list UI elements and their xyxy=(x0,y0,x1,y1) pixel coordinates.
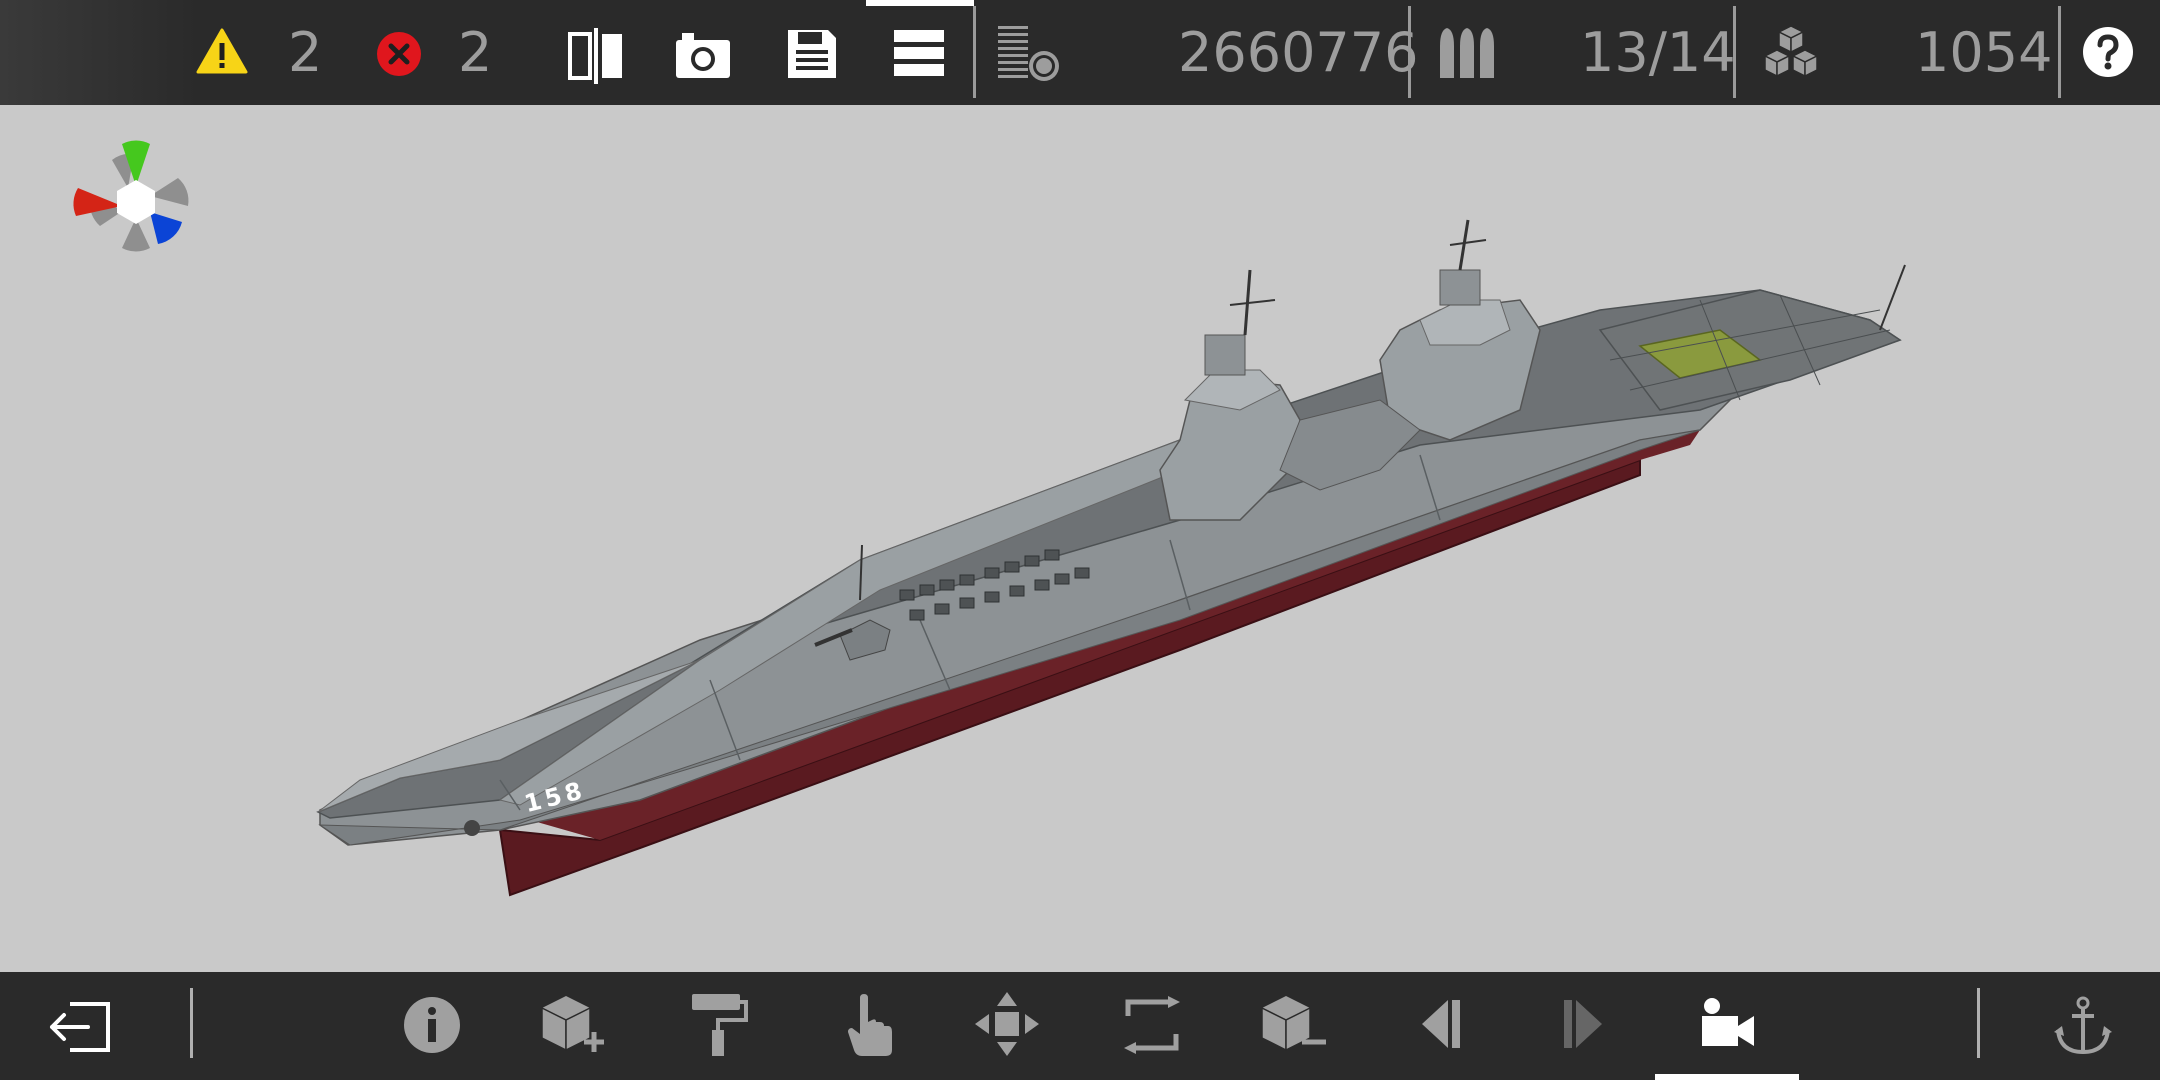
move-arrows-icon[interactable] xyxy=(975,992,1039,1056)
blocks-stack-icon xyxy=(1760,24,1822,82)
help-question-icon[interactable] xyxy=(2082,26,2134,78)
camera-icon[interactable] xyxy=(674,30,732,80)
points-value: 2660776 xyxy=(1178,21,1419,84)
error-x-icon[interactable] xyxy=(376,31,422,77)
toolbar-separator xyxy=(1977,988,1980,1058)
exit-icon[interactable] xyxy=(48,1000,112,1054)
rotate-frame-icon[interactable] xyxy=(1122,996,1182,1054)
blocks-count: 1054 xyxy=(1915,21,2053,84)
toolbar-separator xyxy=(973,6,976,98)
selected-tab-indicator xyxy=(866,0,974,6)
warning-triangle-icon[interactable] xyxy=(196,28,248,74)
toolbar-separator xyxy=(1733,6,1736,98)
error-count: 2 xyxy=(458,21,493,84)
toolbar-separator xyxy=(190,988,193,1058)
selected-tab-indicator xyxy=(1655,1074,1799,1080)
toolbar-fade xyxy=(0,0,200,105)
info-icon[interactable] xyxy=(403,996,461,1054)
warning-count: 2 xyxy=(288,21,323,84)
save-disk-icon[interactable] xyxy=(786,28,838,80)
anchor-icon[interactable] xyxy=(2054,996,2112,1056)
stats-list-icon[interactable] xyxy=(998,24,1062,84)
previous-step-icon[interactable] xyxy=(1418,998,1464,1050)
camera-view-icon[interactable] xyxy=(1700,996,1756,1048)
ammo-shells-icon xyxy=(1438,28,1498,80)
mirror-symmetry-icon[interactable] xyxy=(566,28,626,84)
next-step-icon[interactable] xyxy=(1560,998,1606,1050)
toolbar-separator xyxy=(1408,6,1411,98)
bottom-toolbar xyxy=(0,972,2160,1080)
touch-select-icon[interactable] xyxy=(846,992,892,1058)
paint-roller-icon[interactable] xyxy=(690,992,750,1058)
toolbar-separator xyxy=(2058,6,2061,98)
remove-block-icon[interactable] xyxy=(1260,994,1332,1056)
ship-model[interactable] xyxy=(0,105,2160,972)
add-block-icon[interactable] xyxy=(540,994,612,1056)
weapons-count: 13/14 xyxy=(1580,21,1736,84)
menu-list-icon[interactable] xyxy=(894,28,944,78)
top-toolbar: 2 2 2660776 13/14 1054 xyxy=(0,0,2160,105)
3d-viewport[interactable]: 158 xyxy=(0,105,2160,972)
